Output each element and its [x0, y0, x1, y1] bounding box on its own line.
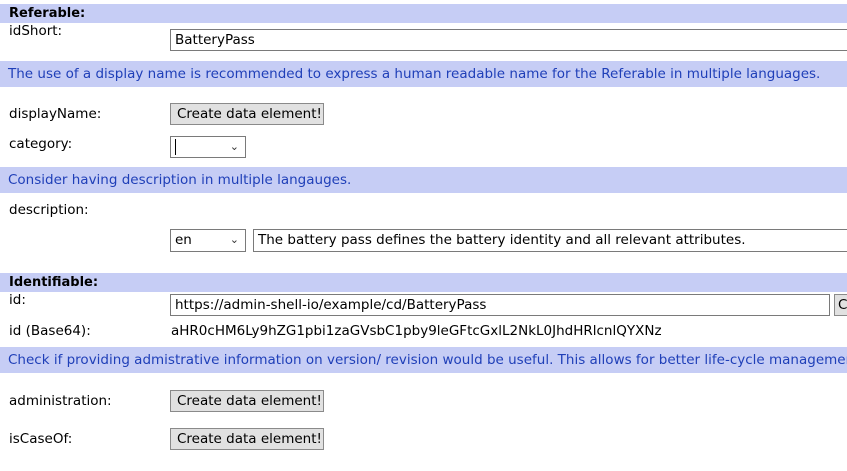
administration-label: administration:: [9, 393, 112, 409]
description-text-input[interactable]: The battery pass defines the battery ide…: [253, 229, 847, 252]
section-header-identifiable: Identifiable:: [0, 273, 847, 292]
id-base64-label: id (Base64):: [9, 323, 91, 339]
hint-display-name-text: The use of a display name is recommended…: [8, 66, 821, 82]
create-administration-button[interactable]: Create data element!: [170, 390, 324, 412]
description-language-value: en: [175, 232, 192, 248]
hint-description-text: Consider having description in multiple …: [8, 172, 352, 188]
id-label: id:: [9, 292, 26, 308]
chevron-down-icon: ⌄: [229, 233, 239, 246]
create-iscaseof-button[interactable]: Create data element!: [170, 428, 324, 450]
description-language-select[interactable]: en ⌄: [170, 229, 246, 252]
id-base64-value: aHR0cHM6Ly9hZG1pbi1zaGVsbC1pby9leGFtcGxl…: [171, 323, 662, 339]
id-action-button[interactable]: C: [834, 294, 847, 316]
displayname-label: displayName:: [9, 106, 102, 122]
category-value: [175, 139, 176, 155]
iscaseof-label: isCaseOf:: [9, 431, 73, 447]
section-header-referable: Referable:: [0, 4, 847, 23]
chevron-down-icon: ⌄: [229, 140, 239, 153]
hint-administration-text: Check if providing admistrative informat…: [8, 352, 847, 368]
hint-description: Consider having description in multiple …: [0, 167, 847, 193]
description-label: description:: [9, 202, 89, 218]
idshort-label: idShort:: [9, 23, 63, 39]
id-input[interactable]: https://admin-shell-io/example/cd/Batter…: [170, 294, 830, 316]
category-select[interactable]: ⌄: [170, 136, 246, 158]
hint-display-name: The use of a display name is recommended…: [0, 61, 847, 87]
hint-administration: Check if providing admistrative informat…: [0, 347, 847, 373]
idshort-input[interactable]: BatteryPass: [170, 29, 847, 51]
category-label: category:: [9, 136, 73, 152]
create-displayname-button[interactable]: Create data element!: [170, 103, 324, 125]
